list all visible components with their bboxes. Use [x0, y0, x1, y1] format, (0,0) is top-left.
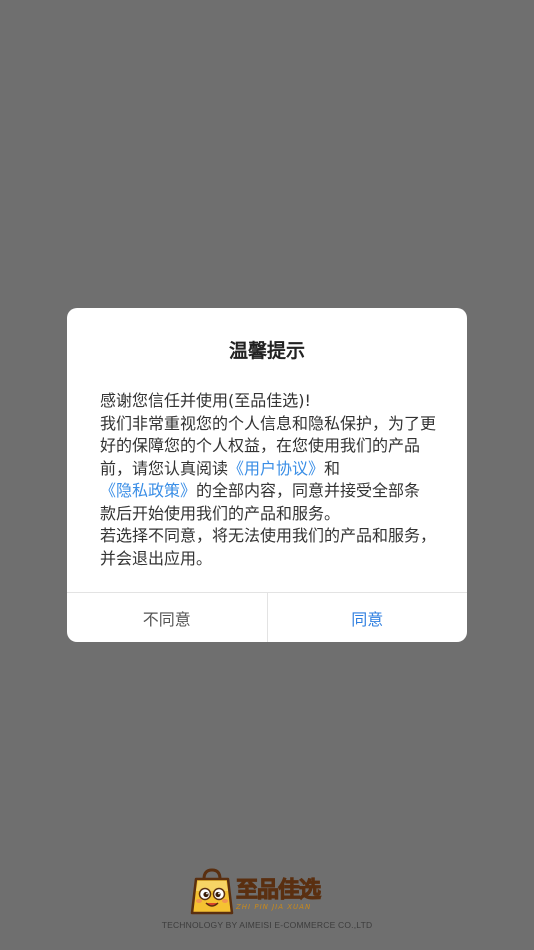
user-agreement-link[interactable]: 《用户协议》 — [228, 459, 324, 478]
dialog-paragraph-disagree-note: 若选择不同意，将无法使用我们的产品和服务，并会退出应用。 — [100, 526, 437, 568]
privacy-text-and: 和 — [324, 458, 341, 478]
logo-text: 至品佳选 — [235, 877, 321, 903]
privacy-dialog: 温馨提示 感谢您信任并使用(至品佳选)! 我们非常重视您的个人信息和隐私保护，为… — [67, 308, 467, 642]
brand-logo: 至品佳选 ZHI PIN JIA XUAN — [190, 866, 340, 918]
disagree-button[interactable]: 不同意 — [67, 593, 268, 642]
brand-footer: 至品佳选 ZHI PIN JIA XUAN TECHNOLOGY BY AIME… — [0, 866, 534, 936]
logo-wordmark: 至品佳选 ZHI PIN JIA XUAN — [235, 877, 321, 912]
dialog-title: 温馨提示 — [228, 340, 305, 362]
dialog-footer: 不同意 同意 — [67, 592, 467, 642]
agree-button[interactable]: 同意 — [268, 593, 468, 642]
dialog-paragraph-privacy: 我们非常重视您的个人信息和隐私保护，为了更好的保障您的个人权益，在您使用我们的产… — [100, 413, 436, 526]
logo-subtext: ZHI PIN JIA XUAN — [236, 902, 312, 911]
dialog-body: 感谢您信任并使用(至品佳选)! 我们非常重视您的个人信息和隐私保护，为了更好的保… — [100, 390, 436, 570]
company-credit: TECHNOLOGY BY AIMEISI E-COMMERCE CO.,LTD — [161, 920, 373, 930]
dialog-paragraph-thanks: 感谢您信任并使用(至品佳选)! — [100, 391, 311, 410]
privacy-policy-link[interactable]: 《隐私政策》 — [100, 481, 196, 500]
shopping-bag-mascot-icon — [190, 867, 234, 917]
